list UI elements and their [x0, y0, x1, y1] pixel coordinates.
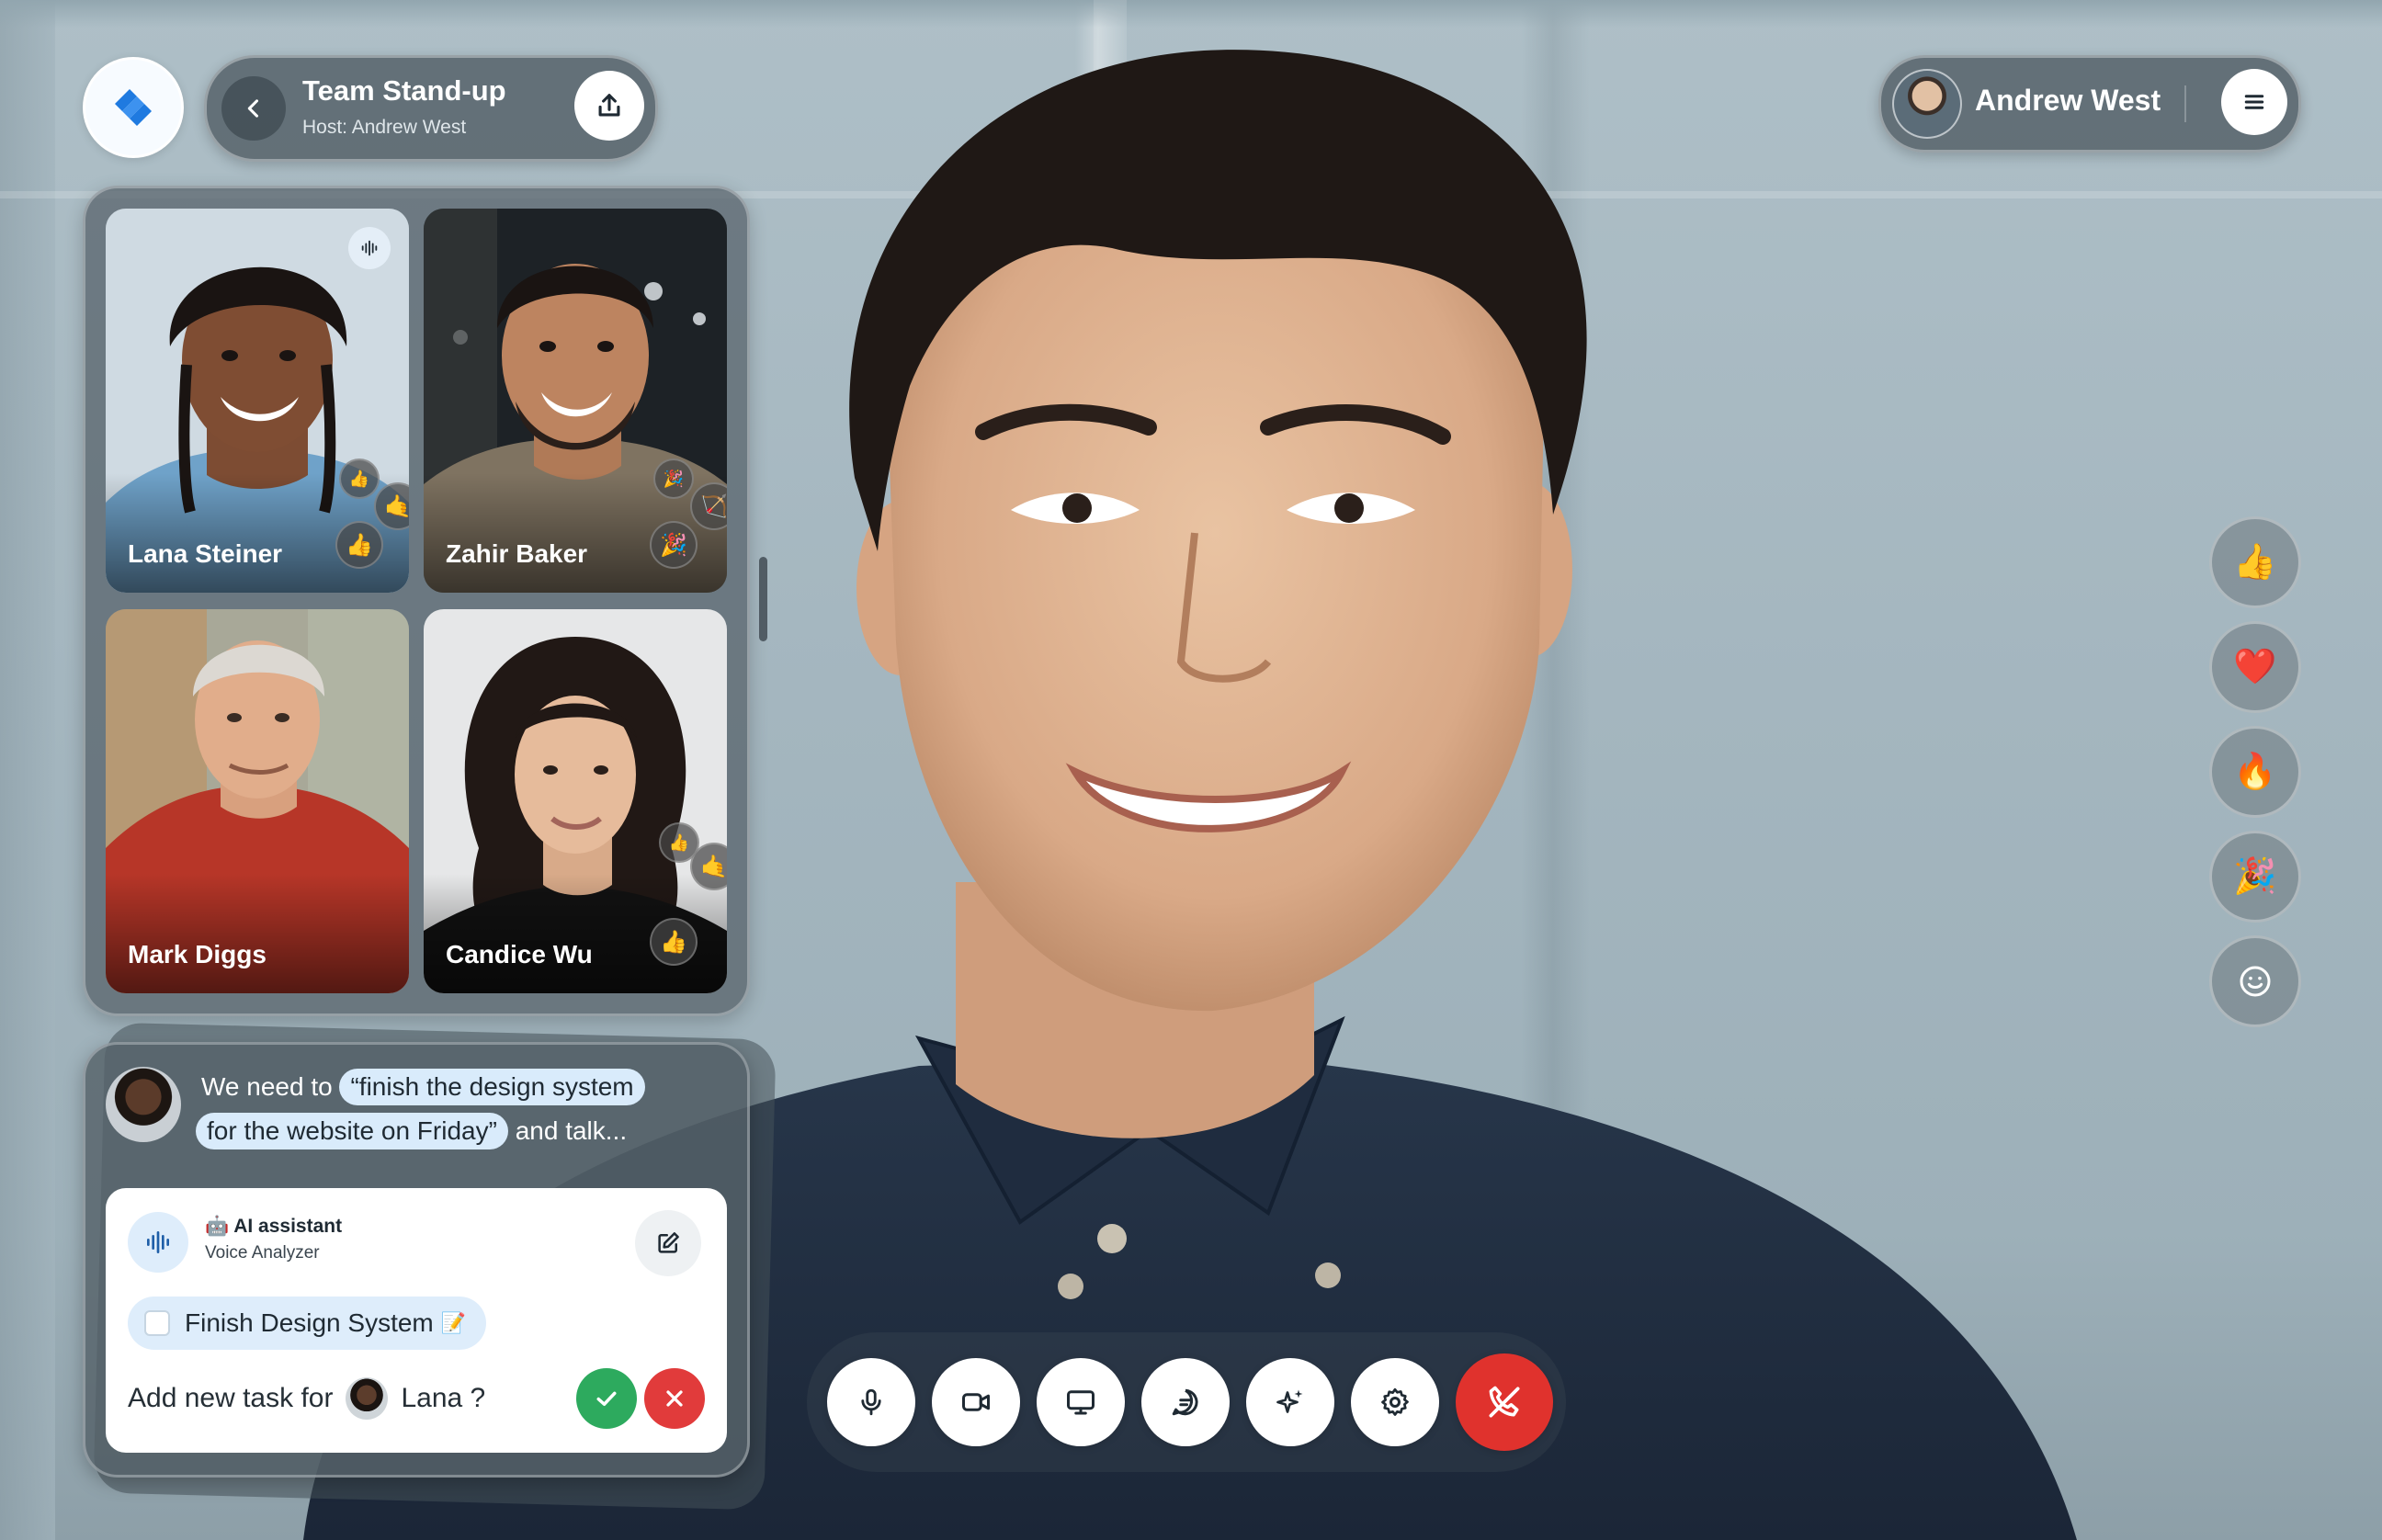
- participants-scrollbar[interactable]: [759, 557, 767, 641]
- add-task-label: Add new task for: [128, 1383, 334, 1413]
- divider: [2184, 85, 2186, 122]
- meeting-info-pill: Team Stand-up Host: Andrew West: [204, 55, 658, 162]
- ai-assistant-title: 🤖 AI assistant: [205, 1216, 343, 1237]
- voice-analyzer-badge: [128, 1212, 188, 1273]
- meeting-host: Host: Andrew West: [302, 117, 467, 138]
- task-checkbox[interactable]: [144, 1310, 170, 1336]
- reaction-thumbs-up-button[interactable]: 👍: [2209, 516, 2301, 608]
- reaction-badge: 🎉: [653, 459, 694, 499]
- reaction-fire-button[interactable]: 🔥: [2209, 726, 2301, 818]
- reaction-badge: 👍: [650, 918, 698, 966]
- tile-shade: [106, 874, 409, 993]
- hamburger-menu-icon: [2244, 95, 2264, 109]
- app-logo-icon: [115, 89, 152, 126]
- participants-panel: 👍 🤙 👍 Lana Steiner 🎉 🏹 🎉 Zahir Baker Mar…: [83, 186, 750, 1016]
- reaction-badge: 👍: [335, 521, 383, 569]
- task-item[interactable]: Finish Design System 📝: [128, 1297, 487, 1350]
- sound-wave-icon: [147, 1231, 169, 1253]
- user-name: Andrew West: [1975, 84, 2161, 117]
- check-icon: [596, 1391, 617, 1406]
- avatar: [346, 1377, 389, 1420]
- participant-tile-candice[interactable]: 👍 🤙 👍 Candice Wu: [424, 609, 727, 993]
- transcript-line: We need to “finish the design system: [201, 1069, 645, 1105]
- participant-tile-zahir[interactable]: 🎉 🏹 🎉 Zahir Baker: [424, 209, 727, 593]
- ai-assistant-button[interactable]: [1246, 1358, 1334, 1446]
- assignee-name: Lana ?: [401, 1383, 486, 1413]
- gear-icon: [1381, 1387, 1409, 1416]
- share-button[interactable]: [574, 71, 644, 141]
- chat-button[interactable]: [1141, 1358, 1230, 1446]
- transcript-highlight[interactable]: “finish the design system: [339, 1069, 645, 1105]
- reaction-more-button[interactable]: [2209, 935, 2301, 1027]
- meeting-title: Team Stand-up: [302, 74, 506, 107]
- live-transcript-panel: We need to “finish the design system for…: [83, 1042, 750, 1478]
- ai-sparkle-icon: [1276, 1389, 1303, 1413]
- ai-assistant-card: 🤖 AI assistant Voice Analyzer Finish Des…: [106, 1188, 727, 1453]
- speaking-indicator: [348, 227, 391, 269]
- app-logo[interactable]: [83, 57, 184, 158]
- edit-icon: [658, 1232, 679, 1253]
- reaction-badge: 👍: [339, 459, 380, 499]
- end-call-button[interactable]: [1456, 1353, 1553, 1451]
- menu-button[interactable]: [2221, 69, 2287, 135]
- back-button[interactable]: [221, 76, 286, 141]
- participant-name: Candice Wu: [446, 940, 593, 968]
- camera-button[interactable]: [932, 1358, 1020, 1446]
- edit-button[interactable]: [635, 1210, 701, 1276]
- add-task-prompt: Add new task for Lana ?: [128, 1377, 485, 1420]
- transcript-highlight[interactable]: for the website on Friday”: [196, 1113, 508, 1149]
- screen-share-button[interactable]: [1037, 1358, 1125, 1446]
- chat-icon: [1172, 1388, 1198, 1416]
- participant-name: Mark Diggs: [128, 940, 267, 968]
- reaction-heart-button[interactable]: ❤️: [2209, 621, 2301, 713]
- ai-assistant-subtitle: Voice Analyzer: [205, 1243, 320, 1263]
- settings-button[interactable]: [1351, 1358, 1439, 1446]
- memo-icon: 📝: [440, 1311, 467, 1334]
- participant-tile-mark[interactable]: Mark Diggs: [106, 609, 409, 993]
- user-profile-pill: Andrew West: [1878, 55, 2301, 153]
- transcript-text: and talk...: [515, 1116, 628, 1145]
- chevron-left-icon: [247, 99, 259, 118]
- microphone-icon: [861, 1388, 881, 1416]
- task-label: Finish Design System: [185, 1308, 434, 1337]
- avatar: [106, 1067, 181, 1142]
- reaction-party-button[interactable]: 🎉: [2209, 831, 2301, 923]
- close-icon: [666, 1390, 683, 1407]
- microphone-button[interactable]: [827, 1358, 915, 1446]
- share-icon: [598, 94, 620, 117]
- reject-task-button[interactable]: [644, 1368, 705, 1429]
- participant-name: Lana Steiner: [128, 539, 283, 568]
- reaction-badge: 🎉: [650, 521, 698, 569]
- screen-share-icon: [1067, 1390, 1095, 1415]
- participant-name: Zahir Baker: [446, 539, 588, 568]
- confirm-task-button[interactable]: [576, 1368, 637, 1429]
- participant-tile-lana[interactable]: 👍 🤙 👍 Lana Steiner: [106, 209, 409, 593]
- avatar[interactable]: [1892, 69, 1962, 139]
- transcript-line: for the website on Friday” and talk...: [196, 1113, 628, 1149]
- video-camera-icon: [962, 1393, 990, 1411]
- smiley-icon: [2240, 966, 2271, 997]
- sound-wave-icon: [361, 240, 378, 256]
- transcript-text: We need to: [201, 1072, 333, 1101]
- end-call-icon: [1489, 1386, 1520, 1418]
